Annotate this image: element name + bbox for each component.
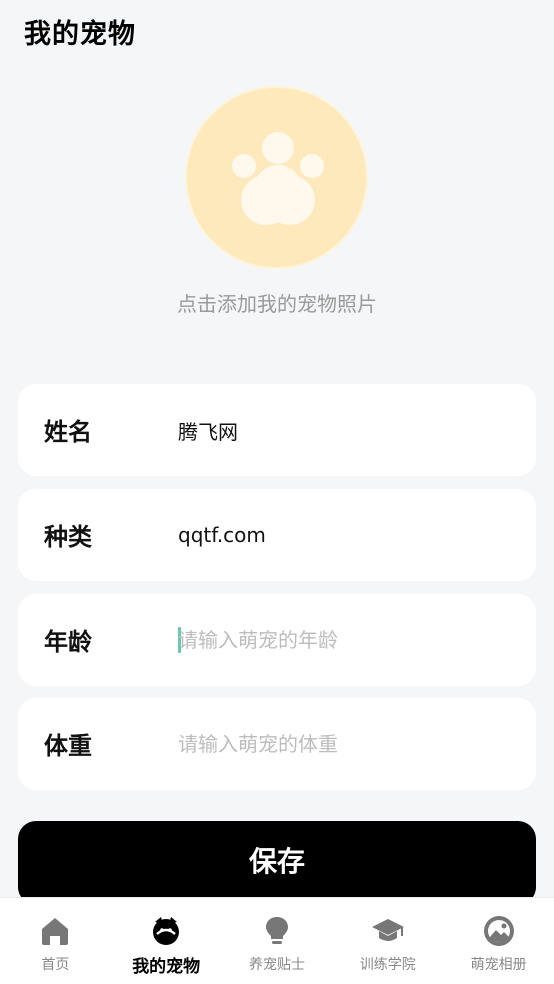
album-icon xyxy=(483,916,514,946)
name-label: 姓名 xyxy=(44,418,92,446)
tab-home-label: 首页 xyxy=(41,957,70,973)
tab-home[interactable]: 首页 xyxy=(0,898,111,984)
pet-icon xyxy=(153,917,180,945)
avatar-hint: 点击添加我的宠物照片 xyxy=(177,292,377,316)
species-input[interactable] xyxy=(178,511,508,559)
bottom-tab-bar: 首页 我的宠物 养宠贴士 训练学院 萌宠相册 xyxy=(0,897,554,984)
age-input[interactable] xyxy=(178,616,508,664)
name-input[interactable] xyxy=(178,406,508,454)
name-field: 姓名 xyxy=(18,384,536,476)
paw-icon xyxy=(232,132,324,225)
species-label: 种类 xyxy=(44,523,92,551)
age-label: 年龄 xyxy=(44,628,92,656)
tab-training[interactable]: 训练学院 xyxy=(332,898,443,984)
graduation-cap-icon xyxy=(371,919,404,941)
weight-input[interactable] xyxy=(178,720,508,768)
pet-photo-upload[interactable] xyxy=(185,86,368,269)
tab-training-label: 训练学院 xyxy=(359,957,416,973)
lightbulb-icon xyxy=(265,917,288,944)
tab-pet-tips-label: 养宠贴士 xyxy=(248,957,305,973)
page-title: 我的宠物 xyxy=(24,19,136,50)
weight-field: 体重 xyxy=(18,698,536,790)
tab-album[interactable]: 萌宠相册 xyxy=(443,898,554,984)
home-icon xyxy=(42,918,69,945)
species-field: 种类 xyxy=(18,489,536,581)
age-field: 年龄 xyxy=(18,594,536,686)
tab-pet-tips[interactable]: 养宠贴士 xyxy=(222,898,333,984)
tab-album-label: 萌宠相册 xyxy=(470,957,527,973)
tab-my-pets-label: 我的宠物 xyxy=(132,957,201,977)
tab-my-pets[interactable]: 我的宠物 xyxy=(111,898,222,984)
save-button[interactable]: 保存 xyxy=(18,821,536,905)
weight-label: 体重 xyxy=(44,732,92,760)
